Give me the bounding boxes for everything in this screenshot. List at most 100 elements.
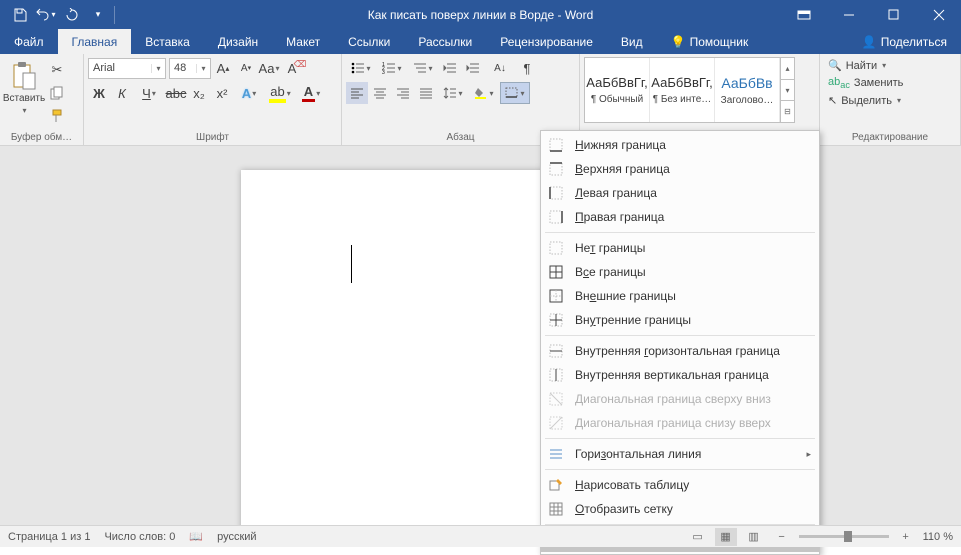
view-web-button[interactable]: ▥ [743,528,765,546]
find-button[interactable]: 🔍Найти▾ [824,57,890,74]
grow-font-button[interactable]: A▴ [212,57,234,79]
style-normal[interactable]: АаБбВвГг,¶ Обычный [585,58,650,122]
multilevel-list-button[interactable]: ▾ [408,57,438,79]
status-word-count[interactable]: Число слов: 0 [104,531,175,543]
subscript-button[interactable]: x₂ [188,82,210,104]
zoom-thumb[interactable] [844,531,852,542]
minimize-button[interactable] [826,0,871,29]
tab-layout[interactable]: Макет [272,29,334,54]
menu-horizontal-line[interactable]: Горизонтальная линия▸ [541,442,819,466]
style-nospacing[interactable]: АаБбВвГг,¶ Без инте… [650,58,715,122]
justify-button[interactable] [415,82,437,104]
style-heading1[interactable]: АаБбВвЗаголово… [715,58,780,122]
menu-border-outside[interactable]: Внешние границы [541,284,819,308]
select-button[interactable]: ↖Выделить▾ [824,92,905,109]
text-effects-button[interactable]: A▾ [234,82,264,104]
view-read-button[interactable]: ▭ [687,528,709,546]
replace-button[interactable]: abacЗаменить [824,74,907,92]
menu-border-inside-h[interactable]: Внутренняя горизонтальная граница [541,339,819,363]
underline-button[interactable]: Ч▾ [134,82,164,104]
menu-draw-table[interactable]: Нарисовать таблицу [541,473,819,497]
person-icon: 👤 [862,35,877,49]
share-button[interactable]: 👤Поделиться [848,29,961,54]
menu-border-right[interactable]: Правая граница [541,205,819,229]
menu-border-top[interactable]: Верхняя граница [541,157,819,181]
paste-icon [11,61,37,91]
status-page[interactable]: Страница 1 из 1 [8,531,90,543]
decrease-indent-button[interactable] [439,57,461,79]
line-spacing-button[interactable]: ▾ [438,82,468,104]
font-name-combo[interactable]: Arial▾ [88,58,166,79]
gallery-more[interactable]: ⊟ [781,101,794,122]
cut-button[interactable]: ✂ [46,59,68,81]
sort-button[interactable]: A↓ [485,57,515,79]
redo-button[interactable] [60,3,84,27]
tab-view[interactable]: Вид [607,29,657,54]
menu-separator [545,232,815,233]
numbering-button[interactable]: 123▾ [377,57,407,79]
menu-view-gridlines[interactable]: Отобразить сетку [541,497,819,521]
menu-border-inside[interactable]: Внутренние границы [541,308,819,332]
menu-border-bottom[interactable]: Нижняя граница [541,133,819,157]
view-print-button[interactable]: ▦ [715,528,737,546]
border-left-icon [547,184,565,202]
tab-design[interactable]: Дизайн [204,29,272,54]
tab-references[interactable]: Ссылки [334,29,404,54]
tab-assistant[interactable]: 💡Помощник [657,29,763,54]
text-cursor [351,245,352,283]
copy-button[interactable] [46,82,68,104]
bold-button[interactable]: Ж [88,82,110,104]
font-size-combo[interactable]: 48▾ [169,58,211,79]
maximize-button[interactable] [871,0,916,29]
tab-review[interactable]: Рецензирование [486,29,607,54]
save-button[interactable] [8,3,32,27]
zoom-value[interactable]: 110 % [923,531,953,543]
shrink-font-button[interactable]: A▾ [235,57,257,79]
increase-indent-button[interactable] [462,57,484,79]
format-painter-button[interactable] [46,105,68,127]
align-left-button[interactable] [346,82,368,104]
group-editing: 🔍Найти▾ abacЗаменить ↖Выделить▾ Редактир… [820,54,961,145]
tab-mailings[interactable]: Рассылки [404,29,486,54]
strikethrough-button[interactable]: abc [165,82,187,104]
zoom-out-button[interactable]: − [771,528,793,546]
zoom-slider[interactable] [799,535,889,538]
show-marks-button[interactable]: ¶ [516,57,538,79]
tab-file[interactable]: Файл [0,29,58,54]
group-clipboard: Вставить ▾ ✂ Буфер обм… [0,54,84,145]
close-button[interactable] [916,0,961,29]
status-language[interactable]: русский [217,531,256,543]
menu-border-inside-v[interactable]: Внутренняя вертикальная граница [541,363,819,387]
menu-border-none[interactable]: Нет границы [541,236,819,260]
superscript-button[interactable]: x² [211,82,233,104]
align-right-button[interactable] [392,82,414,104]
ribbon-options-button[interactable] [781,0,826,29]
highlight-button[interactable]: ab▾ [265,82,295,104]
status-proofing-icon[interactable]: 📖 [189,530,203,543]
borders-button[interactable]: ▾ [500,82,530,104]
tab-insert[interactable]: Вставка [131,29,204,54]
styles-gallery[interactable]: АаБбВвГг,¶ Обычный АаБбВвГг,¶ Без инте… … [584,57,795,123]
bullets-button[interactable]: ▾ [346,57,376,79]
undo-button[interactable]: ▾ [34,3,58,27]
font-size-value: 48 [170,62,196,74]
align-center-button[interactable] [369,82,391,104]
qat-customize-button[interactable]: ▾ [86,3,110,27]
font-color-button[interactable]: A▾ [296,82,326,104]
gallery-down[interactable]: ▾ [781,80,794,102]
border-all-icon [547,263,565,281]
italic-button[interactable]: К [111,82,133,104]
shading-button[interactable]: ▾ [469,82,499,104]
separator [114,6,115,24]
gallery-scroll: ▴ ▾ ⊟ [780,58,794,122]
clear-formatting-button[interactable]: A⌫ [281,57,303,79]
menu-border-all[interactable]: Все границы [541,260,819,284]
menu-border-left[interactable]: Левая граница [541,181,819,205]
gallery-up[interactable]: ▴ [781,58,794,80]
paste-button[interactable]: Вставить ▾ [4,57,44,115]
zoom-in-button[interactable]: + [895,528,917,546]
window-title: Как писать поверх линии в Ворде - Word [368,8,594,22]
tab-home[interactable]: Главная [58,29,132,54]
border-top-icon [547,160,565,178]
change-case-button[interactable]: Aa▾ [258,57,280,79]
